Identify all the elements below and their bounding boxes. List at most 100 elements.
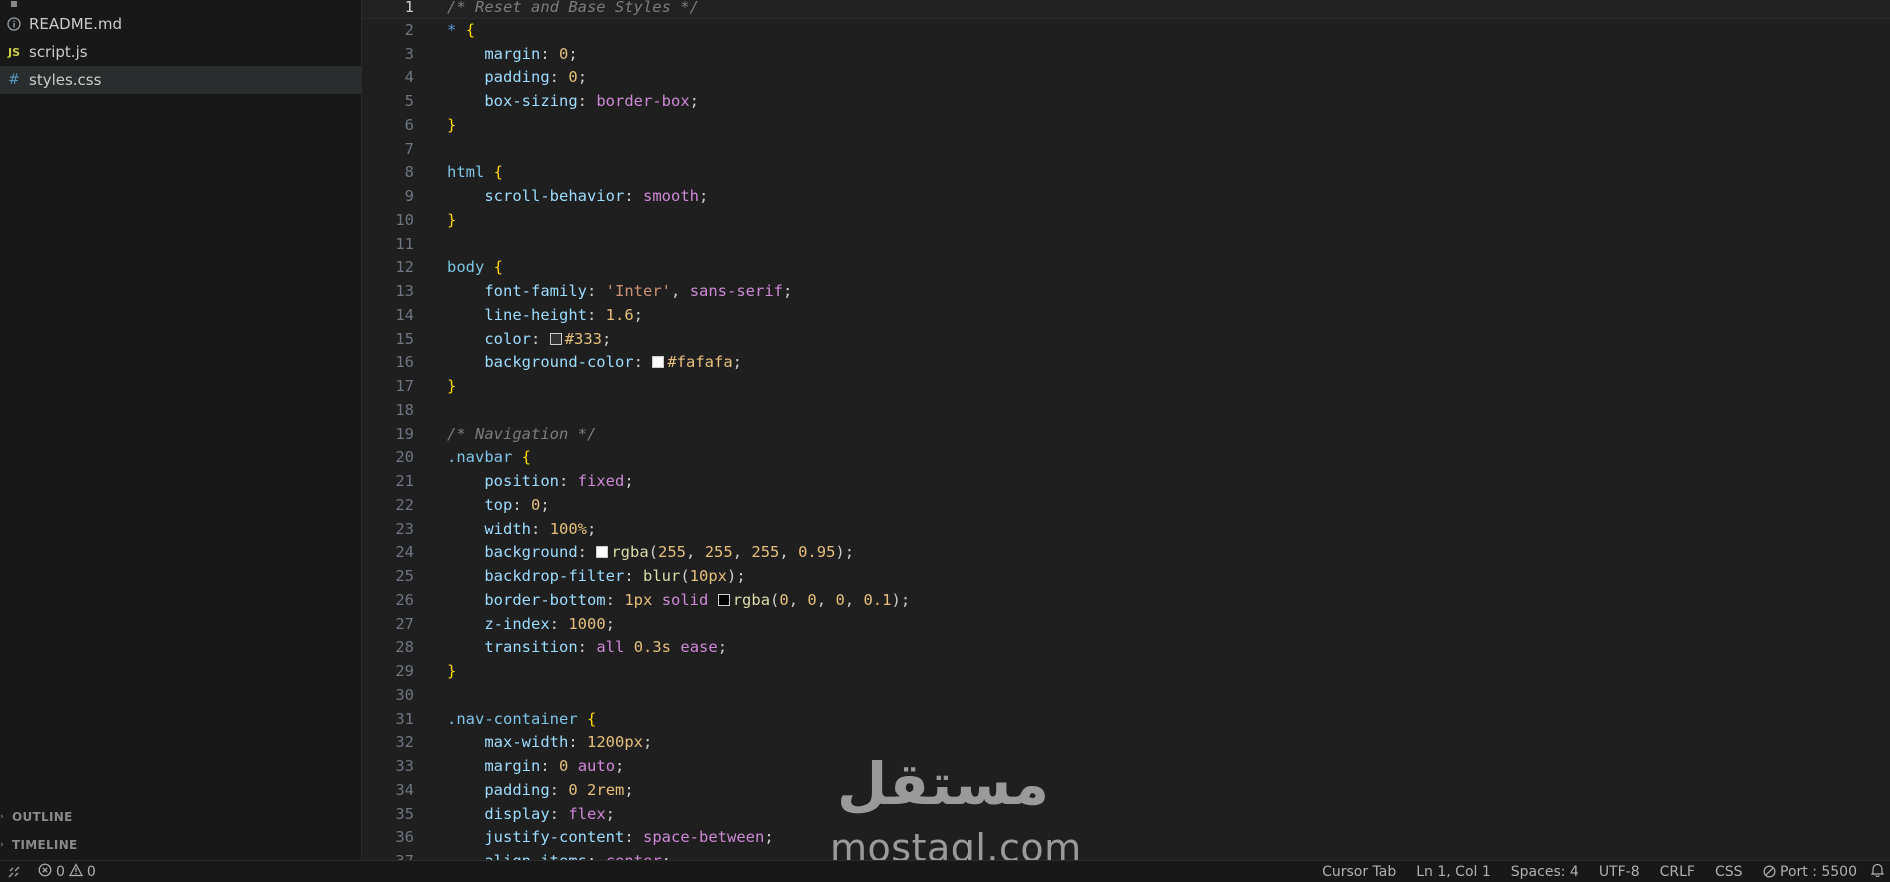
code-line[interactable]: 29} (362, 660, 1890, 684)
code-line[interactable]: 33 margin: 0 auto; (362, 755, 1890, 779)
eol-status[interactable]: CRLF (1650, 864, 1705, 880)
line-number: 24 (395, 543, 414, 562)
code-line[interactable]: 21 position: fixed; (362, 470, 1890, 494)
line-text[interactable]: html { (447, 161, 503, 185)
line-text[interactable]: body { (447, 256, 503, 280)
code-line[interactable]: 6} (362, 114, 1890, 138)
code-line[interactable]: 16 background-color: #fafafa; (362, 351, 1890, 375)
line-text[interactable]: .nav-container { (447, 708, 596, 732)
language-mode[interactable]: CSS (1705, 864, 1753, 880)
code-line[interactable]: 31 .nav-container { (362, 708, 1890, 732)
line-text[interactable]: } (447, 209, 456, 233)
line-text[interactable]: max-width: 1200px; (447, 731, 652, 755)
code-line[interactable]: 14 line-height: 1.6; (362, 304, 1890, 328)
line-text[interactable]: width: 100%; (447, 518, 596, 542)
code-line[interactable]: 2 * { (362, 19, 1890, 43)
code-line[interactable]: 25 backdrop-filter: blur(10px); (362, 565, 1890, 589)
line-number: 9 (404, 187, 414, 205)
line-text[interactable]: background: rgba(255, 255, 255, 0.95); (447, 541, 854, 565)
live-server-port[interactable]: Port : 5500 (1753, 864, 1867, 880)
code-line[interactable]: 17} (362, 375, 1890, 399)
timeline-panel-header[interactable]: › TIMELINE (0, 834, 361, 856)
line-text[interactable]: display: flex; (447, 803, 615, 827)
code-line[interactable]: 23 width: 100%; (362, 518, 1890, 542)
code-line[interactable]: 10} (362, 209, 1890, 233)
line-text[interactable]: } (447, 660, 456, 684)
code-line[interactable]: 8 html { (362, 161, 1890, 185)
code-line[interactable]: 1 /* Reset and Base Styles */ (362, 0, 1890, 19)
code-line[interactable]: 9 scroll-behavior: smooth; (362, 185, 1890, 209)
line-text[interactable]: .navbar { (447, 446, 531, 470)
color-swatch[interactable] (717, 593, 730, 606)
code-line[interactable]: 37 align-items: center; (362, 850, 1890, 860)
outline-panel-header[interactable]: › OUTLINE (0, 806, 361, 828)
line-number: 33 (395, 757, 414, 775)
code-line[interactable]: 22 top: 0; (362, 494, 1890, 518)
encoding-status[interactable]: UTF-8 (1589, 864, 1650, 880)
line-text[interactable]: color: #333; (447, 328, 611, 352)
code-line[interactable]: 20 .navbar { (362, 446, 1890, 470)
file-item-readme[interactable]: README.md (0, 10, 361, 38)
line-text[interactable]: margin: 0; (447, 43, 577, 67)
remote-indicator-icon[interactable] (0, 865, 28, 879)
code-lines[interactable]: 1 /* Reset and Base Styles */2 * {3 margin… (362, 0, 1890, 860)
color-swatch[interactable] (596, 546, 609, 559)
line-number: 1 (404, 0, 414, 16)
code-line[interactable]: 5 box-sizing: border-box; (362, 90, 1890, 114)
file-item-styles[interactable]: # styles.css (0, 66, 361, 94)
code-line[interactable]: 27 z-index: 1000; (362, 613, 1890, 637)
line-text[interactable]: } (447, 375, 456, 399)
line-text[interactable]: z-index: 1000; (447, 613, 615, 637)
code-line[interactable]: 7 (362, 138, 1890, 162)
line-text[interactable]: font-family: 'Inter', sans-serif; (447, 280, 792, 304)
line-number: 35 (395, 804, 414, 823)
line-text[interactable]: transition: all 0.3s ease; (447, 636, 727, 660)
code-line[interactable]: 15 color: #333; (362, 328, 1890, 352)
code-line[interactable]: 3 margin: 0; (362, 43, 1890, 67)
code-editor[interactable]: 1 /* Reset and Base Styles */2 * {3 margin… (362, 0, 1890, 860)
code-line[interactable]: 26 border-bottom: 1px solid rgba(0, 0, 0… (362, 589, 1890, 613)
problems-indicator[interactable]: 0 0 (38, 862, 96, 881)
code-line[interactable]: 18 (362, 399, 1890, 423)
line-text[interactable]: padding: 0 2rem; (447, 779, 633, 803)
line-text[interactable]: background-color: #fafafa; (447, 351, 742, 375)
code-line[interactable]: 32 max-width: 1200px; (362, 731, 1890, 755)
code-line[interactable]: 36 justify-content: space-between; (362, 826, 1890, 850)
code-line[interactable]: 11 (362, 233, 1890, 257)
line-text[interactable]: align-items: center; (447, 850, 671, 860)
color-swatch[interactable] (652, 356, 665, 369)
line-text[interactable]: padding: 0; (447, 66, 587, 90)
cursor-tab-status[interactable]: Cursor Tab (1312, 864, 1406, 880)
code-line[interactable]: 35 display: flex; (362, 803, 1890, 827)
code-line[interactable]: 19 /* Navigation */ (362, 423, 1890, 447)
cursor-position[interactable]: Ln 1, Col 1 (1406, 864, 1501, 880)
indentation-status[interactable]: Spaces: 4 (1501, 864, 1589, 880)
line-text[interactable]: * { (447, 19, 475, 43)
line-number: 7 (404, 139, 414, 158)
code-line[interactable]: 34 padding: 0 2rem; (362, 779, 1890, 803)
line-text[interactable]: box-sizing: border-box; (447, 90, 699, 114)
line-text[interactable]: position: fixed; (447, 470, 633, 494)
explorer-sidebar: ▪ README.md JS script.js # styles.css › … (0, 0, 362, 860)
file-item-truncated[interactable]: ▪ (0, 0, 361, 10)
line-text[interactable]: line-height: 1.6; (447, 304, 643, 328)
code-line[interactable]: 24 background: rgba(255, 255, 255, 0.95)… (362, 541, 1890, 565)
line-text[interactable]: justify-content: space-between; (447, 826, 773, 850)
file-item-script[interactable]: JS script.js (0, 38, 361, 66)
line-text[interactable]: } (447, 114, 456, 138)
notifications-bell-icon[interactable] (1867, 863, 1890, 881)
color-swatch[interactable] (549, 332, 562, 345)
code-line[interactable]: 30 (362, 684, 1890, 708)
code-line[interactable]: 4 padding: 0; (362, 66, 1890, 90)
line-text[interactable]: border-bottom: 1px solid rgba(0, 0, 0, 0… (447, 589, 910, 613)
line-number: 21 (395, 472, 414, 490)
code-line[interactable]: 13 font-family: 'Inter', sans-serif; (362, 280, 1890, 304)
line-text[interactable]: /* Navigation */ (447, 423, 596, 447)
code-line[interactable]: 12 body { (362, 256, 1890, 280)
line-text[interactable]: top: 0; (447, 494, 549, 518)
code-line[interactable]: 28 transition: all 0.3s ease; (362, 636, 1890, 660)
line-text[interactable]: /* Reset and Base Styles */ (447, 0, 699, 20)
line-text[interactable]: scroll-behavior: smooth; (447, 185, 708, 209)
line-text[interactable]: backdrop-filter: blur(10px); (447, 565, 745, 589)
line-text[interactable]: margin: 0 auto; (447, 755, 624, 779)
